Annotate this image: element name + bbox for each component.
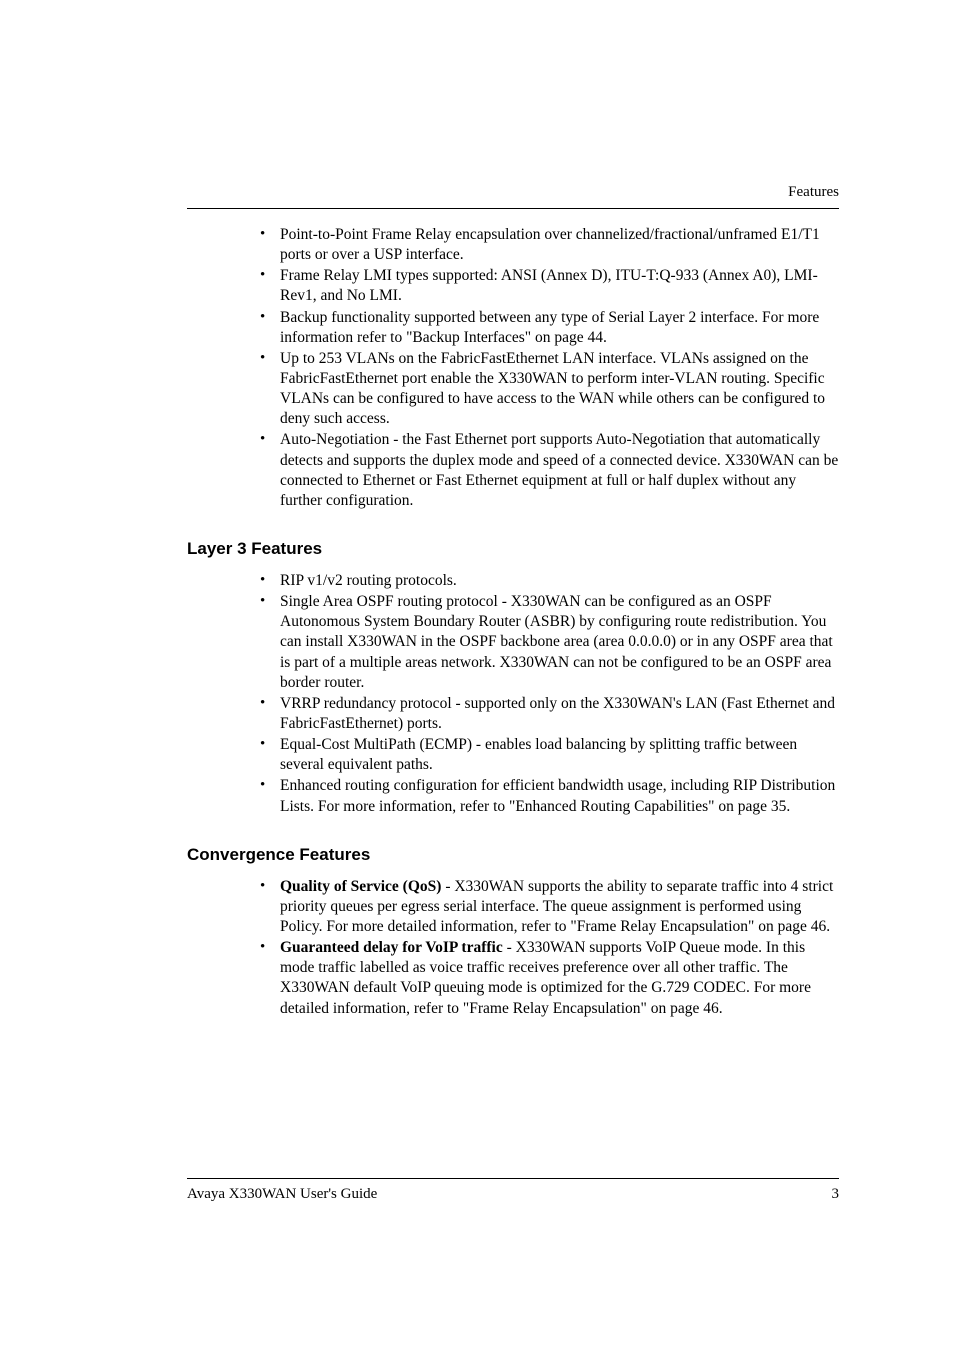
list-item: Equal-Cost MultiPath (ECMP) - enables lo… [280, 735, 839, 775]
page-number: 3 [832, 1186, 840, 1203]
list-item: Point-to-Point Frame Relay encapsulation… [280, 225, 839, 265]
bold-lead: Quality of Service (QoS) [280, 878, 441, 895]
running-title: Features [788, 184, 839, 201]
footer-text: Avaya X330WAN User's Guide [187, 1186, 377, 1203]
section3-list: Quality of Service (QoS) - X330WAN suppo… [187, 877, 839, 1019]
section1-list: Point-to-Point Frame Relay encapsulation… [187, 225, 839, 511]
header-rule [187, 208, 839, 209]
bold-lead: Guaranteed delay for VoIP traffic [280, 939, 503, 956]
list-item: RIP v1/v2 routing protocols. [280, 571, 839, 591]
footer-rule [187, 1178, 839, 1179]
section3-heading: Convergence Features [187, 845, 839, 865]
list-item: Frame Relay LMI types supported: ANSI (A… [280, 266, 839, 306]
list-item: Backup functionality supported between a… [280, 308, 839, 348]
list-item: VRRP redundancy protocol - supported onl… [280, 694, 839, 734]
section2-list: RIP v1/v2 routing protocols. Single Area… [187, 571, 839, 817]
list-item: Guaranteed delay for VoIP traffic - X330… [280, 938, 839, 1019]
list-item: Auto-Negotiation - the Fast Ethernet por… [280, 430, 839, 511]
list-item: Enhanced routing configuration for effic… [280, 776, 839, 816]
section2-heading: Layer 3 Features [187, 539, 839, 559]
list-item: Up to 253 VLANs on the FabricFastEtherne… [280, 349, 839, 430]
list-item: Quality of Service (QoS) - X330WAN suppo… [280, 877, 839, 937]
page-content: Point-to-Point Frame Relay encapsulation… [187, 225, 839, 1020]
list-item: Single Area OSPF routing protocol - X330… [280, 592, 839, 693]
